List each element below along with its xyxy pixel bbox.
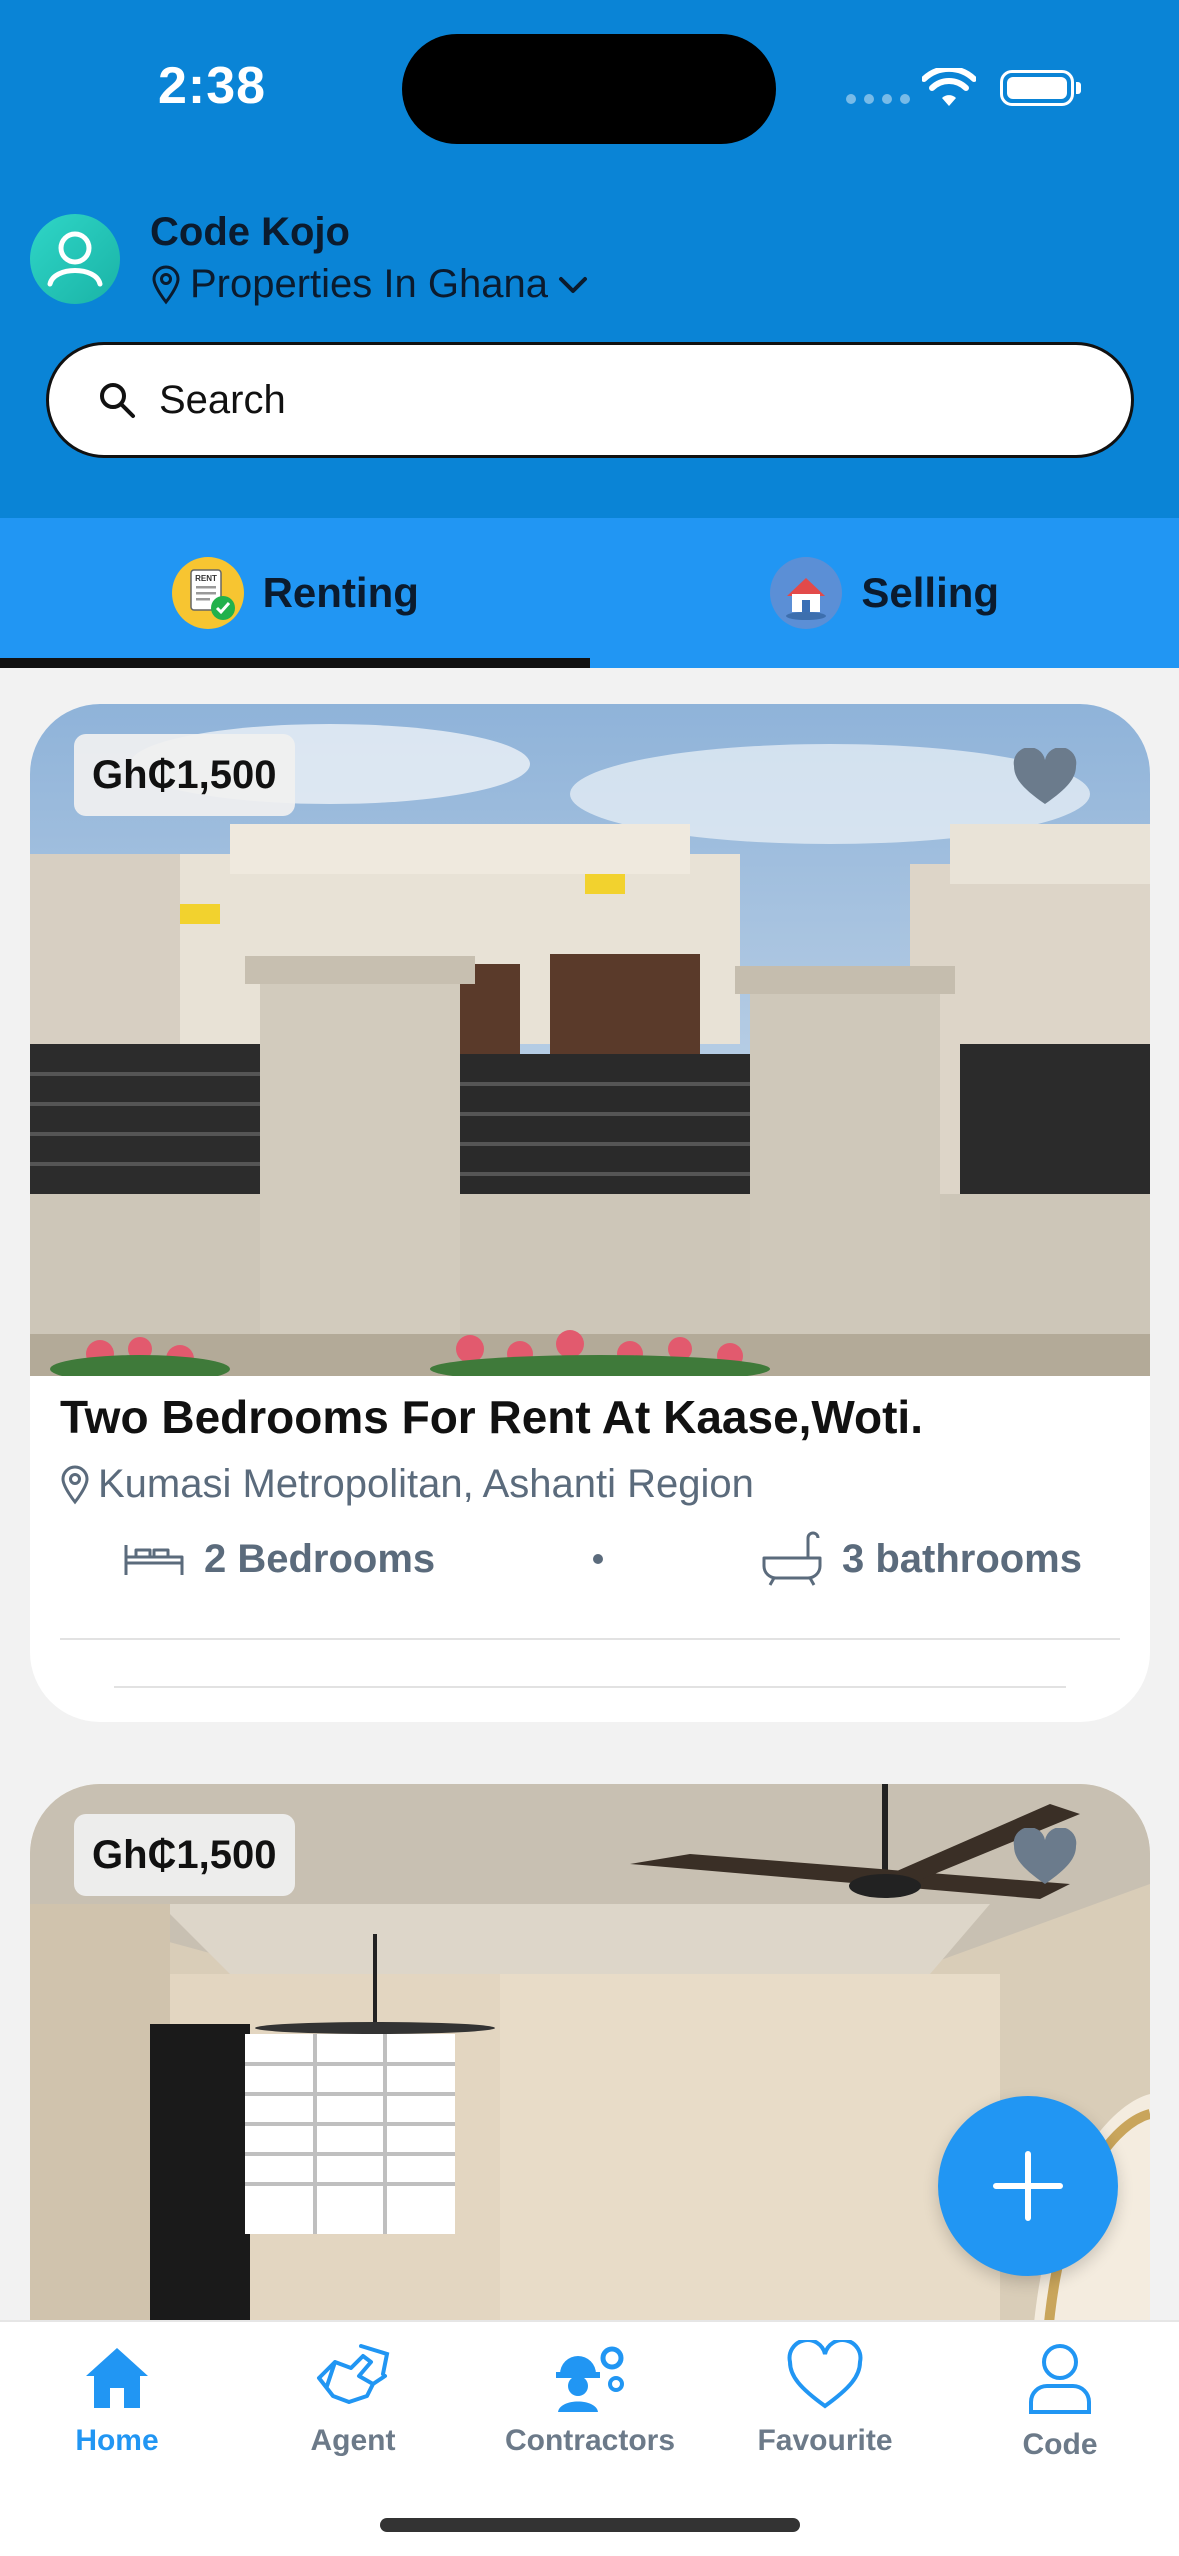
home-indicator	[380, 2518, 800, 2532]
divider	[114, 1686, 1066, 1688]
cellular-signal-icon	[846, 94, 910, 104]
heart-icon	[787, 2340, 863, 2409]
nav-contractors[interactable]: Contractors	[480, 2340, 700, 2458]
search-input[interactable]: Search	[46, 342, 1134, 458]
listing-location: Kumasi Metropolitan, Ashanti Region	[60, 1462, 754, 1507]
listing-location-label: Kumasi Metropolitan, Ashanti Region	[98, 1462, 754, 1506]
nav-agent-label: Agent	[310, 2424, 396, 2457]
price-badge: Gh₵1,500	[74, 1814, 295, 1896]
house-sale-icon	[770, 557, 843, 629]
svg-text:RENT: RENT	[195, 574, 217, 583]
bathtub-icon	[762, 1531, 822, 1586]
listing-card[interactable]: Gh₵1,500 Two Bedrooms For Rent At Kaase,…	[30, 704, 1150, 1722]
user-icon	[47, 231, 103, 287]
listing-title: Two Bedrooms For Rent At Kaase,Woti.	[60, 1391, 923, 1443]
tab-renting-label: Renting	[262, 569, 419, 616]
tab-selling-label: Selling	[861, 569, 1000, 616]
status-time: 2:38	[158, 57, 267, 115]
dynamic-island	[402, 34, 776, 144]
user-name: Code Kojo	[150, 210, 350, 254]
search-icon	[100, 383, 135, 418]
nav-favourite-label: Favourite	[757, 2424, 893, 2457]
listing-features: 2 Bedrooms 3 bathrooms	[122, 1530, 1082, 1588]
tab-selling[interactable]: Selling	[590, 518, 1179, 668]
nav-favourite[interactable]: Favourite	[715, 2340, 935, 2458]
favorite-heart-icon[interactable]	[1012, 748, 1078, 808]
battery-icon	[1000, 70, 1081, 106]
divider	[60, 1638, 1120, 1640]
nav-profile[interactable]: Code	[950, 2340, 1170, 2462]
listing-card[interactable]: Gh₵1,500	[30, 1784, 1150, 2404]
map-pin-icon	[61, 1465, 89, 1504]
location-label: Properties In Ghana	[190, 262, 548, 306]
header: 2:38 Code Kojo Properties In Ghana Searc…	[0, 0, 1179, 518]
nav-home[interactable]: Home	[7, 2340, 227, 2458]
plus-icon	[993, 2151, 1063, 2221]
bed-icon	[124, 1545, 184, 1575]
nav-home-label: Home	[75, 2424, 159, 2457]
price-badge: Gh₵1,500	[74, 734, 295, 816]
listing-type-tabs: RENT Renting Selling	[0, 518, 1179, 668]
nav-contractors-label: Contractors	[504, 2424, 676, 2457]
contractor-icon	[556, 2346, 624, 2412]
add-listing-button[interactable]	[938, 2096, 1118, 2276]
agent-icon	[317, 2344, 390, 2404]
listing-photo: Gh₵1,500	[30, 1784, 1150, 2404]
wifi-icon	[922, 68, 976, 106]
active-tab-indicator	[0, 658, 590, 668]
rent-document-icon: RENT	[171, 557, 244, 629]
search-placeholder: Search	[159, 377, 286, 422]
listing-photo: Gh₵1,500	[30, 704, 1150, 1376]
separator-dot	[592, 1554, 603, 1564]
favorite-heart-icon[interactable]	[1012, 1828, 1078, 1888]
profile-icon	[1029, 2344, 1091, 2414]
location-selector[interactable]: Properties In Ghana	[150, 262, 590, 307]
avatar[interactable]	[30, 214, 120, 304]
bathrooms-label: 3 bathrooms	[841, 1536, 1082, 1581]
tab-renting[interactable]: RENT Renting	[0, 518, 590, 668]
bathrooms-feature: 3 bathrooms	[760, 1530, 1082, 1588]
bedrooms-feature: 2 Bedrooms	[122, 1537, 435, 1582]
map-pin-icon	[152, 265, 180, 304]
nav-agent[interactable]: Agent	[243, 2340, 463, 2458]
chevron-down-icon	[559, 276, 587, 293]
home-icon	[86, 2348, 148, 2408]
nav-profile-label: Code	[1022, 2428, 1098, 2461]
bedrooms-label: 2 Bedrooms	[204, 1536, 436, 1581]
